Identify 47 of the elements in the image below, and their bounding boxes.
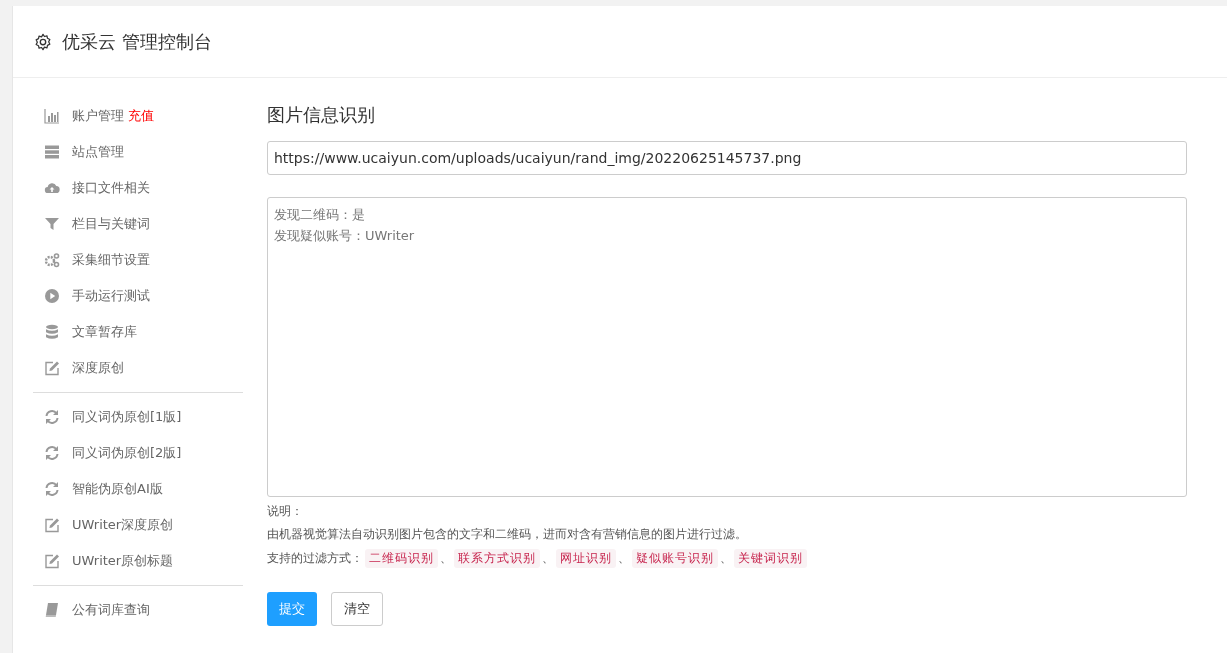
sidebar-item[interactable]: 采集细节设置 (72, 251, 150, 269)
settings-icon (34, 32, 52, 51)
sidebar-item[interactable]: UWriter深度原创 (72, 516, 174, 534)
separator: 、 (440, 550, 452, 567)
clear-button[interactable]: 清空 (331, 592, 383, 626)
edit-icon (44, 360, 60, 376)
sidebar-item[interactable]: UWriter原创标题 (72, 552, 174, 570)
refresh-icon (44, 481, 60, 497)
filter-icon (44, 216, 60, 232)
sidebar-item[interactable]: 文章暂存库 (72, 323, 137, 341)
sidebar-item[interactable]: 深度原创 (72, 359, 124, 377)
sidebar-item[interactable]: 智能伪原创AI版 (72, 480, 163, 498)
result-textarea[interactable]: 发现二维码：是 发现疑似账号：UWriter (267, 197, 1187, 497)
result-line: 发现二维码：是 (274, 206, 366, 224)
sidebar-item[interactable]: 同义词伪原创[2版] (72, 444, 182, 462)
result-line: 发现疑似账号：UWriter (274, 227, 416, 245)
sidebar-item[interactable]: 同义词伪原创[1版] (72, 408, 182, 426)
sidebar-item[interactable]: 接口文件相关 (72, 179, 150, 197)
bar-chart-icon (44, 108, 60, 124)
play-icon (44, 288, 60, 304)
recharge-link[interactable]: 充值 (128, 107, 154, 125)
console-title: 优采云 管理控制台 (62, 29, 212, 54)
filters-label: 支持的过滤方式： (267, 550, 363, 567)
url-field[interactable]: https://www.ucaiyun.com/uploads/ucaiyun/rand_img/20220625145737.png (267, 141, 1187, 175)
edit-icon (44, 553, 60, 569)
filter-tag: 网址识别 (556, 549, 616, 568)
refresh-icon (44, 445, 60, 461)
refresh-icon (44, 409, 60, 425)
separator: 、 (542, 550, 554, 567)
filter-tag: 联系方式识别 (454, 549, 540, 568)
sidebar-item[interactable]: 公有词库查询 (72, 601, 150, 619)
note-title: 说明： (267, 503, 304, 520)
edit-icon (44, 517, 60, 533)
sidebar-item[interactable]: 账户管理 (72, 107, 124, 125)
separator: 、 (618, 550, 630, 567)
sidebar-item[interactable]: 手动运行测试 (72, 287, 150, 305)
note-text: 由机器视觉算法自动识别图片包含的文字和二维码，进而对含有营销信息的图片进行过滤。 (267, 526, 748, 543)
filter-tag: 二维码识别 (365, 549, 438, 568)
database-icon (44, 324, 60, 340)
filter-tag: 疑似账号识别 (632, 549, 718, 568)
separator: 、 (720, 550, 732, 567)
server-icon (44, 144, 60, 160)
filter-tag: 关键词识别 (734, 549, 807, 568)
section-title: 图片信息识别 (267, 103, 376, 127)
sidebar-item[interactable]: 栏目与关键词 (72, 215, 150, 233)
cloud-upload-icon (44, 180, 60, 196)
sidebar-item[interactable]: 站点管理 (72, 143, 124, 161)
